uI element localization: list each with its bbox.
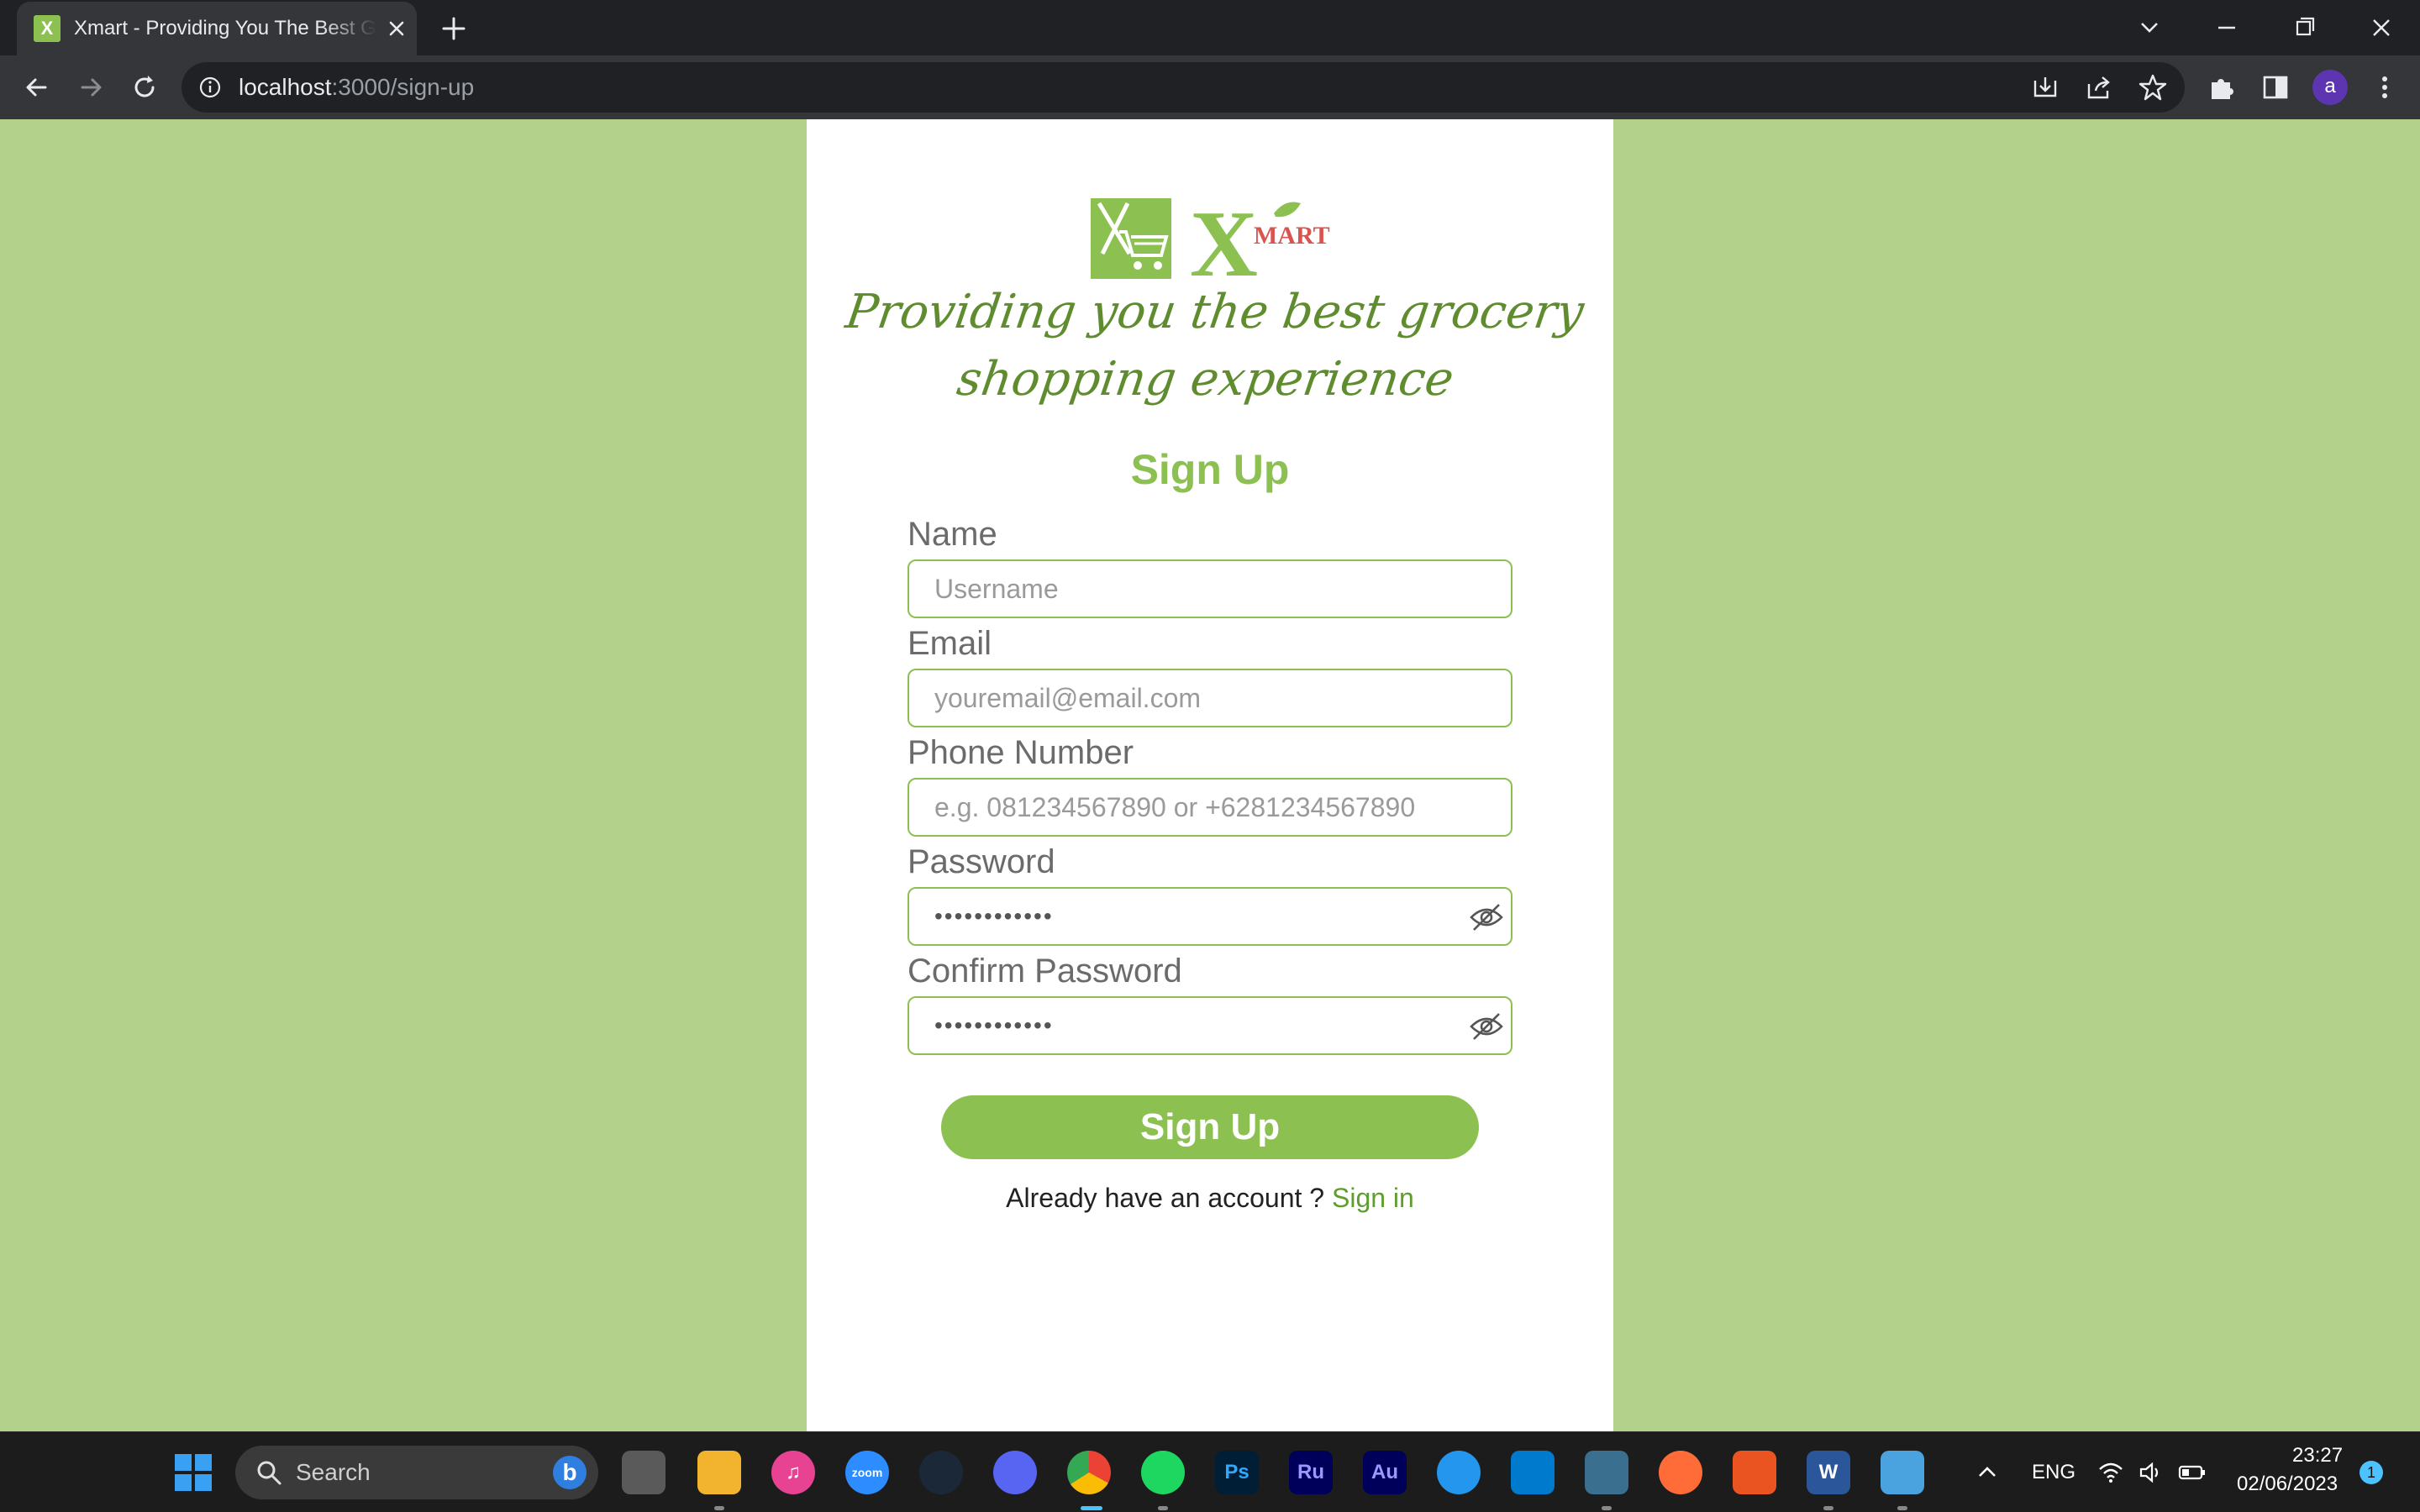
email-label: Email <box>908 625 992 662</box>
running-indicator <box>1897 1506 1907 1510</box>
tagline: Providing you the best grocery shopping … <box>831 279 1589 413</box>
premiere-rush-icon[interactable]: Ru <box>1289 1451 1333 1494</box>
phone-input[interactable] <box>934 780 1455 835</box>
taskbar-search[interactable]: Search b <box>235 1446 598 1499</box>
signup-card: X MART Providing you the best grocery sh… <box>807 119 1613 1431</box>
running-indicator <box>1158 1506 1168 1510</box>
tab-title: Xmart - Providing You The Best Grocery S… <box>74 17 376 39</box>
sign-up-button[interactable]: Sign Up <box>941 1095 1479 1159</box>
photoshop-icon[interactable]: Ps <box>1215 1451 1259 1494</box>
start-icon[interactable] <box>173 1452 213 1493</box>
signin-row: Already have an account ? Sign in <box>807 1183 1613 1214</box>
install-icon[interactable] <box>2030 72 2060 102</box>
sign-in-link[interactable]: Sign in <box>1332 1183 1414 1213</box>
tagline-line-2: shopping experience <box>953 352 1457 407</box>
browser-toolbar: localhost:3000/sign-up a <box>0 55 2420 119</box>
bookmark-star-icon[interactable] <box>2138 72 2168 102</box>
bing-icon[interactable]: b <box>553 1456 587 1489</box>
browser-tab[interactable]: X Xmart - Providing You The Best Grocery… <box>17 2 417 55</box>
back-icon[interactable] <box>20 71 54 104</box>
password-input[interactable] <box>934 889 1455 944</box>
spotify-icon[interactable] <box>1141 1451 1185 1494</box>
search-icon <box>257 1461 281 1485</box>
tab-favicon: X <box>34 15 60 42</box>
signin-prompt: Already have an account ? <box>1006 1183 1325 1213</box>
restore-icon[interactable] <box>2281 7 2328 49</box>
docker-icon[interactable] <box>1437 1451 1481 1494</box>
name-label: Name <box>908 516 997 553</box>
close-tab-icon[interactable] <box>383 15 410 42</box>
name-input[interactable] <box>934 561 1455 617</box>
volume-icon[interactable] <box>2138 1459 2165 1486</box>
close-window-icon[interactable] <box>2358 7 2405 49</box>
page-title: Sign Up <box>1130 446 1290 493</box>
active-indicator <box>1081 1506 1102 1510</box>
password-field[interactable] <box>908 887 1512 946</box>
battery-icon[interactable] <box>2178 1459 2207 1486</box>
email-field[interactable] <box>908 669 1512 727</box>
audition-icon[interactable]: Au <box>1363 1451 1407 1494</box>
phone-label: Phone Number <box>908 734 1134 771</box>
eye-off-icon[interactable] <box>1469 902 1504 932</box>
browser-tab-bar: X Xmart - Providing You The Best Grocery… <box>0 0 2420 55</box>
ubuntu-icon[interactable] <box>1733 1451 1776 1494</box>
task-view-icon[interactable] <box>622 1451 666 1494</box>
phone-field[interactable] <box>908 778 1512 837</box>
word-icon[interactable]: W <box>1807 1451 1850 1494</box>
discord-icon[interactable] <box>993 1451 1037 1494</box>
language-indicator[interactable]: ENG <box>2032 1461 2075 1484</box>
eye-off-icon[interactable] <box>1469 1011 1504 1042</box>
address-bar[interactable]: localhost:3000/sign-up <box>182 62 2185 113</box>
running-indicator <box>1823 1506 1833 1510</box>
search-label: Search <box>296 1459 371 1485</box>
wifi-icon[interactable] <box>2097 1459 2124 1486</box>
clock-date[interactable]: 02/06/2023 <box>2237 1473 2338 1496</box>
url-host: localhost <box>239 74 332 100</box>
name-field[interactable] <box>908 559 1512 618</box>
extensions-icon[interactable] <box>2205 71 2238 104</box>
xmart-logo: X MART <box>1091 198 1330 282</box>
minimize-icon[interactable] <box>2203 7 2250 49</box>
share-icon[interactable] <box>2084 72 2114 102</box>
clock-time[interactable]: 23:27 <box>2292 1444 2343 1467</box>
email-input[interactable] <box>934 670 1455 726</box>
profile-avatar[interactable]: a <box>2312 70 2348 105</box>
postman-icon[interactable] <box>1659 1451 1702 1494</box>
url-path: :3000/sign-up <box>331 74 475 100</box>
vscode-icon[interactable] <box>1511 1451 1555 1494</box>
confirm-password-field[interactable] <box>908 996 1512 1055</box>
reload-icon[interactable] <box>128 71 161 104</box>
page-viewport: X MART Providing you the best grocery sh… <box>0 119 2420 1431</box>
logo-text: MART <box>1254 222 1330 249</box>
taskbar: Search b ♫ zoom Ps Ru Au W ENG 23:27 02/… <box>0 1431 2420 1512</box>
side-panel-icon[interactable] <box>2259 71 2292 104</box>
file-explorer-icon[interactable] <box>697 1451 741 1494</box>
url-text[interactable]: localhost:3000/sign-up <box>239 62 474 113</box>
new-tab-icon[interactable] <box>437 12 471 45</box>
itunes-icon[interactable]: ♫ <box>771 1451 815 1494</box>
browser-menu-icon[interactable] <box>2368 71 2402 104</box>
password-label: Password <box>908 843 1055 880</box>
site-info-icon[interactable] <box>198 76 222 99</box>
confirm-password-input[interactable] <box>934 998 1455 1053</box>
zoom-icon[interactable]: zoom <box>845 1451 889 1494</box>
running-indicator <box>714 1506 724 1510</box>
chevron-up-icon[interactable] <box>1975 1459 2000 1484</box>
chrome-icon[interactable] <box>1067 1451 1111 1494</box>
confirm-password-label: Confirm Password <box>908 953 1182 990</box>
steam-icon[interactable] <box>919 1451 963 1494</box>
running-indicator <box>1602 1506 1612 1510</box>
notification-badge[interactable]: 1 <box>2360 1461 2383 1484</box>
mysql-workbench-icon[interactable] <box>1585 1451 1628 1494</box>
logo-letter: X <box>1190 198 1258 282</box>
tagline-line-1: Providing you the best grocery <box>842 285 1587 339</box>
forward-icon[interactable] <box>74 71 108 104</box>
photos-icon[interactable] <box>1881 1451 1924 1494</box>
tab-search-icon[interactable] <box>2126 7 2173 49</box>
